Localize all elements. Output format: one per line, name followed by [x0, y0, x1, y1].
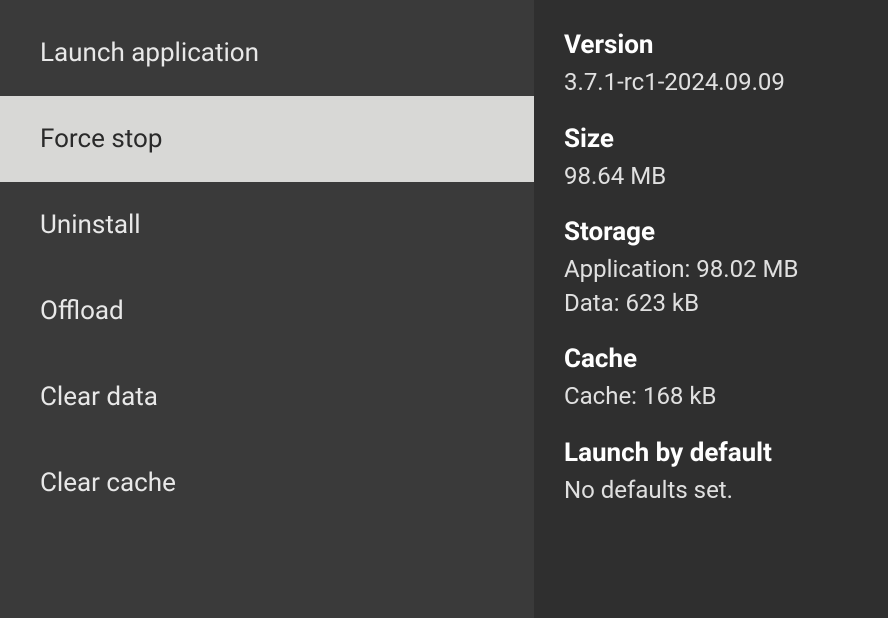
menu-panel: Launch application Force stop Uninstall …	[0, 0, 534, 618]
launch-default-heading: Launch by default	[564, 438, 860, 468]
version-value: 3.7.1-rc1-2024.09.09	[564, 66, 860, 100]
storage-block: Storage Application: 98.02 MB Data: 623 …	[564, 217, 860, 320]
cache-value: 168 kB	[643, 382, 717, 410]
menu-item-label: Offload	[40, 296, 124, 326]
storage-application-label: Application:	[564, 255, 690, 283]
menu-item-label: Clear cache	[40, 468, 176, 498]
storage-application: Application: 98.02 MB	[564, 253, 860, 287]
menu-clear-data[interactable]: Clear data	[0, 354, 534, 440]
cache-label: Cache:	[564, 382, 637, 410]
menu-item-label: Uninstall	[40, 210, 141, 240]
menu-item-label: Launch application	[40, 38, 259, 68]
menu-uninstall[interactable]: Uninstall	[0, 182, 534, 268]
menu-item-label: Clear data	[40, 382, 158, 412]
storage-data-label: Data:	[564, 289, 620, 317]
details-panel: Version 3.7.1-rc1-2024.09.09 Size 98.64 …	[534, 0, 888, 618]
storage-data: Data: 623 kB	[564, 287, 860, 321]
menu-force-stop[interactable]: Force stop	[0, 96, 534, 182]
menu-offload[interactable]: Offload	[0, 268, 534, 354]
menu-item-label: Force stop	[40, 124, 162, 154]
size-value: 98.64 MB	[564, 160, 860, 194]
launch-default-value: No defaults set.	[564, 474, 860, 508]
cache-value-row: Cache: 168 kB	[564, 380, 860, 414]
menu-launch-application[interactable]: Launch application	[0, 10, 534, 96]
storage-application-value: 98.02 MB	[696, 255, 798, 283]
launch-default-block: Launch by default No defaults set.	[564, 438, 860, 508]
storage-data-value: 623 kB	[625, 289, 699, 317]
storage-heading: Storage	[564, 217, 860, 247]
cache-heading: Cache	[564, 344, 860, 374]
size-block: Size 98.64 MB	[564, 124, 860, 194]
app-settings-container: Launch application Force stop Uninstall …	[0, 0, 888, 618]
version-block: Version 3.7.1-rc1-2024.09.09	[564, 30, 860, 100]
version-heading: Version	[564, 30, 860, 60]
size-heading: Size	[564, 124, 860, 154]
menu-clear-cache[interactable]: Clear cache	[0, 440, 534, 526]
cache-block: Cache Cache: 168 kB	[564, 344, 860, 414]
